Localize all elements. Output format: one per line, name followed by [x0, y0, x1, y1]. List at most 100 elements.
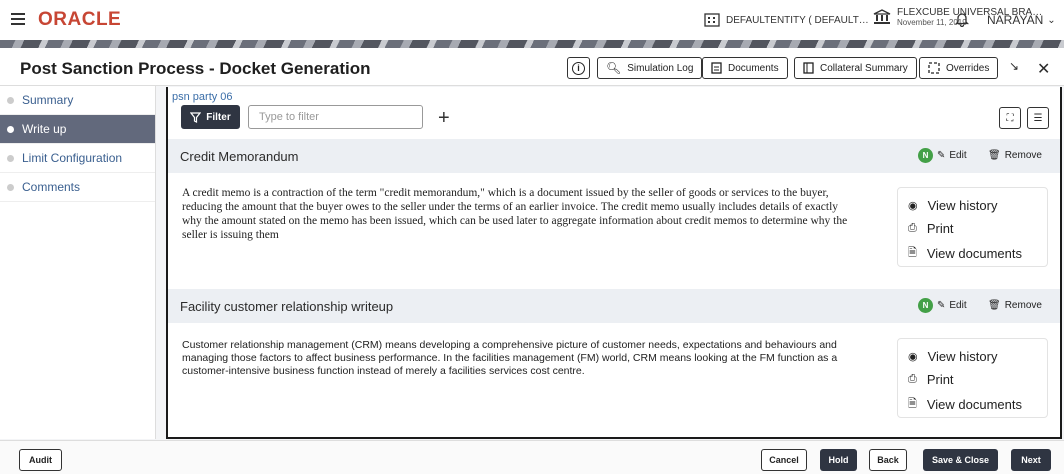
user-name: NARAYAN — [987, 13, 1044, 27]
print-action[interactable]: ⎙ Print — [908, 372, 954, 387]
card-header: Facility customer relationship writeup N… — [168, 289, 1060, 323]
printer-icon: ⎙ — [908, 222, 917, 234]
card-text: A credit memo is a contraction of the te… — [182, 187, 848, 241]
oracle-logo: ORACLE — [38, 9, 122, 30]
card-actions: ◉ View history ⎙ Print 🗎︎ View documents — [897, 187, 1048, 267]
building-icon — [704, 13, 720, 27]
edit-button[interactable]: ✎ Edit — [937, 150, 967, 161]
status-badge: N — [918, 298, 933, 313]
edit-label: Edit — [949, 300, 967, 311]
overrides-button[interactable]: Overrides — [919, 57, 999, 79]
add-icon[interactable]: + — [438, 107, 450, 130]
sidebar-item-limit-configuration[interactable]: Limit Configuration — [0, 144, 155, 173]
list-view-icon[interactable]: ☰ — [1027, 107, 1049, 129]
sidebar-item-summary[interactable]: Summary — [0, 86, 155, 115]
view-toggle: ⛶ ☰ — [999, 107, 1049, 129]
document-icon: 🗎︎ — [908, 247, 917, 259]
footer-bar: Audit Cancel Hold Back Save & Close Next — [0, 440, 1064, 474]
info-icon: i — [572, 61, 585, 75]
chevron-down-icon: ⌄ — [1047, 14, 1056, 26]
back-button[interactable]: Back — [869, 449, 907, 471]
action-label: View documents — [926, 246, 1023, 261]
trash-icon: 🗑︎ — [988, 150, 1001, 161]
info-button[interactable]: i — [567, 57, 590, 79]
card-header: Credit Memorandum N ✎ Edit 🗑︎ Remove — [168, 139, 1060, 173]
main-panel: psn party 06 Filter Type to filter + ⛶ ☰… — [166, 87, 1062, 439]
eye-icon: ◉ — [908, 200, 918, 212]
search-refresh-icon: 🔍︎ — [606, 61, 622, 75]
status-badge: N — [918, 148, 933, 163]
step-dot-icon — [7, 97, 14, 104]
trash-icon: 🗑︎ — [988, 300, 1001, 311]
edit-button[interactable]: ✎ Edit — [937, 300, 967, 311]
sidebar: Summary Write up Limit Configuration Com… — [0, 86, 156, 439]
action-label: Print — [926, 221, 954, 236]
view-documents-action[interactable]: 🗎︎ View documents — [908, 395, 1022, 414]
user-menu[interactable]: NARAYAN ⌄ — [987, 13, 1056, 27]
sidebar-item-label: Write up — [22, 122, 67, 136]
simulation-log-button[interactable]: 🔍︎ Simulation Log — [597, 57, 703, 79]
sidebar-item-label: Comments — [22, 180, 81, 194]
close-icon[interactable]: ✕ — [1037, 59, 1050, 79]
remove-label: Remove — [1004, 150, 1042, 161]
splitter-handle[interactable] — [158, 86, 164, 439]
audit-button[interactable]: Audit — [19, 449, 62, 471]
overrides-icon — [928, 62, 940, 74]
sidebar-item-label: Summary — [22, 93, 74, 107]
summary-icon — [803, 62, 814, 74]
filter-icon — [190, 111, 202, 123]
filter-label: Filter — [206, 111, 231, 123]
entity-label: DEFAULTENTITY ( DEFAULT… — [726, 14, 869, 26]
title-bar: Post Sanction Process - Docket Generatio… — [0, 48, 1064, 86]
view-documents-action[interactable]: 🗎︎ View documents — [908, 244, 1022, 263]
view-history-action[interactable]: ◉ View history — [908, 349, 997, 364]
eye-icon: ◉ — [908, 351, 918, 363]
overrides-label: Overrides — [946, 62, 990, 74]
action-label: Print — [926, 372, 954, 387]
card-text: Customer relationship management (CRM) m… — [182, 339, 838, 377]
step-dot-icon — [7, 155, 14, 162]
printer-icon: ⎙ — [908, 373, 917, 385]
next-button[interactable]: Next — [1011, 449, 1051, 471]
grid-view-icon[interactable]: ⛶ — [999, 107, 1021, 129]
hold-button[interactable]: Hold — [820, 449, 857, 471]
decorative-banner — [0, 40, 1064, 48]
action-label: View history — [927, 198, 998, 213]
top-bar: ORACLE DEFAULTENTITY ( DEFAULT… FLEXCUBE… — [0, 0, 1064, 40]
hamburger-menu-icon[interactable] — [11, 13, 25, 25]
view-history-action[interactable]: ◉ View history — [908, 198, 997, 213]
action-label: View history — [927, 349, 998, 364]
bell-icon[interactable] — [954, 11, 970, 32]
document-icon — [711, 62, 722, 74]
sidebar-item-label: Limit Configuration — [22, 151, 123, 165]
filter-button[interactable]: Filter — [181, 105, 240, 129]
party-link[interactable]: psn party 06 — [172, 91, 233, 103]
pencil-icon: ✎ — [937, 150, 946, 161]
sidebar-item-comments[interactable]: Comments — [0, 173, 155, 202]
documents-label: Documents — [728, 62, 779, 74]
remove-button[interactable]: 🗑︎ Remove — [988, 300, 1042, 311]
document-icon: 🗎︎ — [908, 398, 917, 410]
page-title: Post Sanction Process - Docket Generatio… — [20, 59, 371, 78]
bank-icon — [873, 9, 891, 24]
save-close-button[interactable]: Save & Close — [923, 449, 998, 471]
documents-button[interactable]: Documents — [702, 57, 788, 79]
expand-icon[interactable]: ↘︎ — [1009, 59, 1019, 73]
action-label: View documents — [926, 397, 1023, 412]
remove-label: Remove — [1004, 300, 1042, 311]
card-title: Credit Memorandum — [180, 149, 299, 164]
entity-selector[interactable]: DEFAULTENTITY ( DEFAULT… — [704, 13, 869, 27]
remove-button[interactable]: 🗑︎ Remove — [988, 150, 1042, 161]
filter-input[interactable]: Type to filter — [248, 105, 423, 129]
pencil-icon: ✎ — [937, 300, 946, 311]
collateral-summary-button[interactable]: Collateral Summary — [794, 57, 917, 79]
simulation-log-label: Simulation Log — [627, 62, 694, 74]
step-dot-icon — [7, 184, 14, 191]
step-dot-icon — [7, 126, 14, 133]
sidebar-item-write-up[interactable]: Write up — [0, 115, 155, 144]
collateral-summary-label: Collateral Summary — [820, 62, 908, 74]
cancel-button[interactable]: Cancel — [761, 449, 807, 471]
print-action[interactable]: ⎙ Print — [908, 221, 954, 236]
edit-label: Edit — [949, 150, 967, 161]
card-title: Facility customer relationship writeup — [180, 299, 394, 314]
